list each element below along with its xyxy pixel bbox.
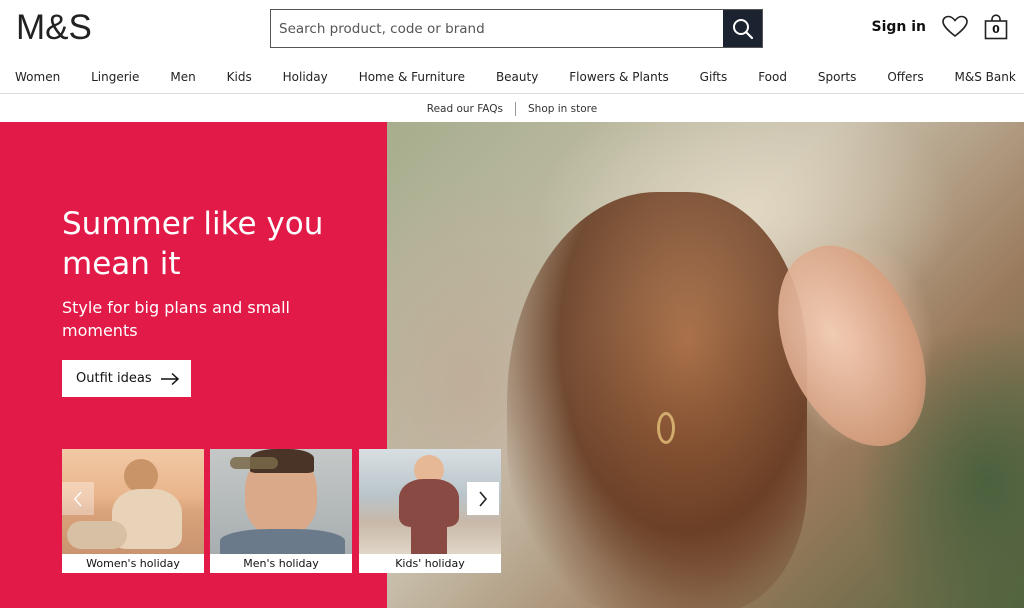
- card-figure: [399, 479, 459, 527]
- bag-button[interactable]: 0: [984, 14, 1008, 40]
- carousel-prev-button[interactable]: [62, 482, 94, 515]
- carousel-card-mens-holiday[interactable]: Men's holiday: [210, 449, 352, 573]
- card-label: Men's holiday: [243, 557, 319, 570]
- nav-item-beauty[interactable]: Beauty: [496, 70, 538, 84]
- outfit-ideas-button[interactable]: Outfit ideas: [62, 360, 191, 397]
- card-label: Kids' holiday: [395, 557, 465, 570]
- card-figure: [230, 457, 278, 469]
- hero-title: Summer like you mean it: [62, 206, 324, 282]
- hero-image-earring: [657, 412, 675, 444]
- nav-item-flowers-plants[interactable]: Flowers & Plants: [569, 70, 668, 84]
- nav-item-offers[interactable]: Offers: [887, 70, 923, 84]
- search-button[interactable]: [723, 10, 762, 47]
- card-figure: [67, 521, 127, 549]
- nav-item-kids[interactable]: Kids: [227, 70, 252, 84]
- chevron-left-icon: [73, 490, 82, 507]
- card-figure: [220, 529, 345, 554]
- nav-item-home-furniture[interactable]: Home & Furniture: [359, 70, 465, 84]
- hero-banner: Summer like you mean it Style for big pl…: [0, 122, 1024, 608]
- utility-bar: Read our FAQs Shop in store: [0, 95, 1024, 122]
- nav-item-women[interactable]: Women: [15, 70, 60, 84]
- carousel-next-button[interactable]: [467, 482, 499, 515]
- ms-logo[interactable]: M&S: [16, 10, 92, 46]
- search-input[interactable]: [271, 10, 723, 47]
- card-image-mens-holiday: [210, 449, 352, 554]
- nav-item-sports[interactable]: Sports: [818, 70, 856, 84]
- shop-in-store-link[interactable]: Shop in store: [528, 103, 597, 115]
- main-nav: Women Lingerie Men Kids Holiday Home & F…: [0, 60, 1024, 94]
- nav-item-holiday[interactable]: Holiday: [283, 70, 328, 84]
- sign-in-link[interactable]: Sign in: [871, 19, 926, 35]
- card-label: Women's holiday: [86, 557, 180, 570]
- chevron-right-icon: [479, 490, 488, 507]
- hero-image-hair: [507, 192, 807, 608]
- card-figure: [411, 525, 447, 554]
- search-bar: [270, 9, 763, 48]
- bag-count: 0: [992, 23, 1000, 36]
- header-actions: Sign in 0: [871, 14, 1008, 40]
- hero-subtitle: Style for big plans and small moments: [62, 298, 290, 340]
- nav-item-men[interactable]: Men: [170, 70, 195, 84]
- utility-divider: [515, 101, 517, 116]
- nav-item-gifts[interactable]: Gifts: [700, 70, 728, 84]
- heart-icon: [942, 15, 968, 38]
- card-figure: [124, 459, 158, 493]
- category-carousel: Women's holiday Men's holiday Kids' holi…: [62, 449, 501, 573]
- arrow-right-icon: [160, 372, 179, 385]
- search-icon: [732, 18, 753, 39]
- faqs-link[interactable]: Read our FAQs: [427, 103, 503, 115]
- outfit-ideas-label: Outfit ideas: [76, 371, 152, 386]
- site-header: M&S Sign in 0: [0, 0, 1024, 60]
- nav-item-lingerie[interactable]: Lingerie: [91, 70, 139, 84]
- wishlist-button[interactable]: [942, 15, 968, 39]
- nav-item-food[interactable]: Food: [758, 70, 787, 84]
- nav-item-ms-bank[interactable]: M&S Bank: [955, 70, 1016, 84]
